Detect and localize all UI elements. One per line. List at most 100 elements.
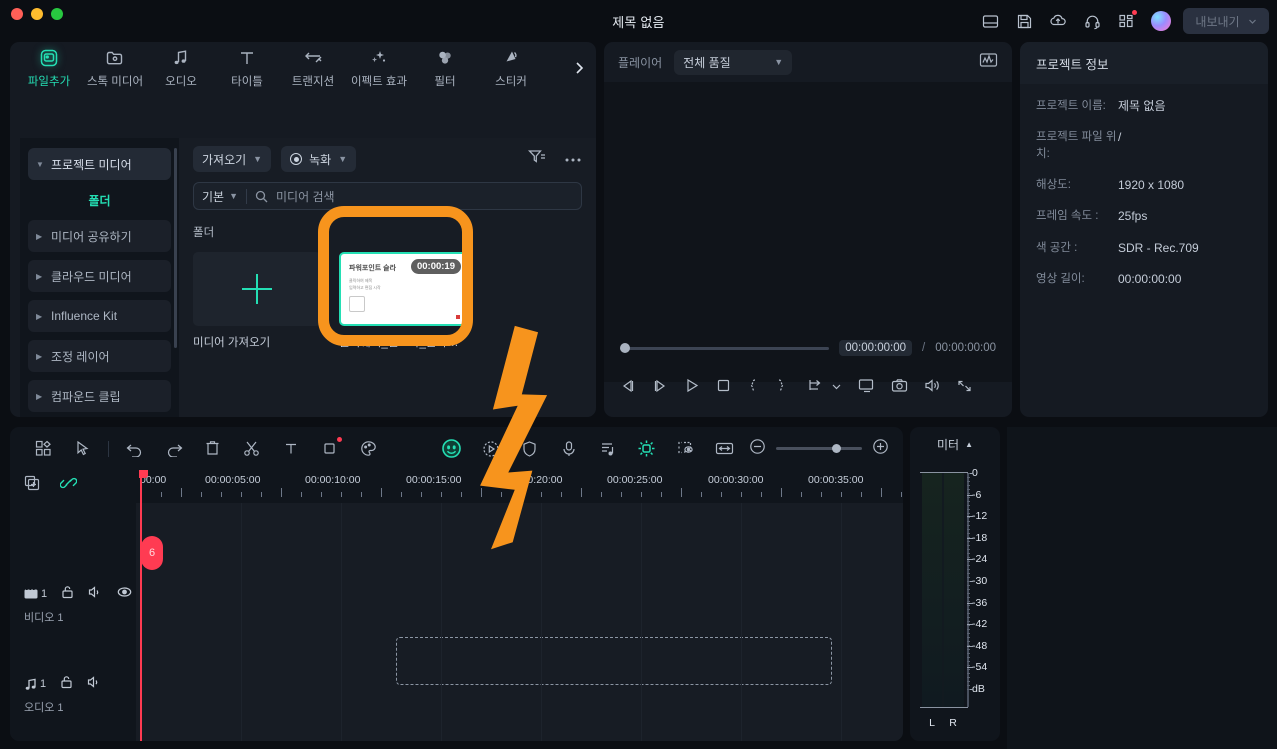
sidebar-item-compound-clip[interactable]: ▶ 컴파운드 클립 (28, 380, 171, 412)
ruler-label: 00:00:05:00 (205, 474, 261, 486)
export-button[interactable]: 내보내기 (1183, 8, 1269, 34)
marker-icon[interactable] (705, 434, 744, 464)
ruler-tick (901, 492, 902, 497)
sidebar-item-cloud-media[interactable]: ▶ 클라우드 미디어 (28, 260, 171, 292)
ruler-tick (401, 492, 402, 497)
fullscreen-icon[interactable] (957, 379, 972, 398)
import-media-thumb[interactable] (193, 252, 321, 326)
select-tool-icon[interactable] (63, 434, 102, 464)
headset-icon[interactable] (1077, 6, 1107, 36)
link-icon[interactable] (59, 475, 78, 496)
player-seek-row: 00:00:00:00 / 00:00:00:00 (604, 337, 1012, 359)
seek-knob[interactable] (620, 343, 630, 353)
crop-tool-icon[interactable] (310, 434, 349, 464)
zoom-in-icon[interactable] (872, 438, 889, 460)
media-item-thumb[interactable]: 파워포인트 슬라 클릭하여 제목 입력하고 편집 시작 00:00:19 (339, 252, 467, 326)
sidebar-item-adjustment-layer[interactable]: ▶ 조정 레이어 (28, 340, 171, 372)
more-tabs-chevron-icon[interactable] (568, 56, 590, 80)
silence-detect-icon[interactable] (666, 434, 705, 464)
search-input[interactable]: 미디어 검색 (276, 188, 573, 205)
sidebar-scrollbar[interactable] (174, 148, 177, 348)
info-row: 프로젝트 파일 위치: / (1036, 129, 1252, 162)
quality-select[interactable]: 전체 품질 ▼ (674, 49, 793, 75)
dropdown-chevron-icon[interactable] (831, 379, 842, 397)
meter-subtick (967, 585, 970, 586)
prev-frame-icon[interactable] (620, 379, 636, 398)
export-frame-icon[interactable] (807, 378, 823, 398)
redo-icon[interactable] (154, 434, 193, 464)
effects-sparkle-icon (369, 48, 389, 69)
tab-transition[interactable]: 트랜지션 (280, 44, 346, 92)
meter-subtick (967, 653, 970, 654)
meter-tick (967, 494, 973, 496)
import-media-card[interactable]: 미디어 가져오기 (193, 252, 321, 350)
tab-filter[interactable]: 필터 (412, 44, 478, 92)
lock-icon[interactable] (61, 585, 74, 602)
sidebar-item-share-media[interactable]: ▶ 미디어 공유하기 (28, 220, 171, 252)
ruler-tick (741, 492, 742, 497)
tab-effects[interactable]: 이펙트 효과 (346, 44, 412, 92)
keyframe-icon[interactable] (627, 434, 666, 464)
waveform-scope-icon[interactable] (979, 52, 998, 73)
color-palette-icon[interactable] (349, 434, 388, 464)
zoom-out-icon[interactable] (749, 438, 766, 460)
zoom-slider[interactable] (776, 444, 862, 453)
ruler-tick (321, 492, 322, 497)
apps-grid-icon[interactable] (1111, 6, 1141, 36)
import-button[interactable]: 가져오기 ▼ (193, 146, 272, 172)
grid-template-icon[interactable] (24, 434, 63, 464)
filter-sort-icon[interactable] (527, 148, 546, 170)
meter-subtick (967, 617, 970, 618)
mute-icon[interactable] (87, 675, 102, 692)
mute-icon[interactable] (88, 585, 103, 602)
cloud-upload-icon[interactable] (1043, 6, 1073, 36)
snapshot-icon[interactable] (891, 378, 908, 398)
meter-subtick (967, 493, 970, 494)
tab-stock-media[interactable]: 스톡 미디어 (82, 44, 148, 92)
sidebar-item-influence-kit[interactable]: ▶ Influence Kit (28, 300, 171, 332)
sidebar-item-project-media[interactable]: ▼ 프로젝트 미디어 (28, 148, 171, 180)
quality-label: 전체 품질 (683, 55, 731, 70)
seek-slider[interactable] (620, 343, 830, 353)
mark-out-icon[interactable] (775, 378, 787, 398)
playhead-handle[interactable]: 6 (141, 536, 163, 570)
user-avatar[interactable] (1151, 11, 1171, 31)
screen-icon[interactable] (858, 378, 875, 398)
undo-icon[interactable] (115, 434, 154, 464)
tab-title[interactable]: 타이틀 (214, 44, 280, 92)
eye-icon[interactable] (117, 586, 132, 601)
meter-subtick (967, 501, 970, 502)
split-scissors-icon[interactable] (232, 434, 271, 464)
layout-icon[interactable] (975, 6, 1005, 36)
zoom-knob[interactable] (832, 444, 841, 453)
view-mode-select[interactable]: 기본 ▼ (202, 188, 238, 205)
chevron-up-icon[interactable]: ▲ (965, 440, 973, 449)
audio-detach-icon[interactable] (588, 434, 627, 464)
mark-in-icon[interactable] (747, 378, 759, 398)
add-track-icon[interactable] (24, 475, 40, 496)
play-icon[interactable] (684, 378, 700, 398)
delete-icon[interactable] (193, 434, 232, 464)
timeline-dropzone[interactable] (396, 637, 832, 685)
meter-header[interactable]: 미터 ▲ (910, 427, 1000, 461)
tab-sticker[interactable]: 스티커 (478, 44, 544, 92)
record-label: 녹화 (309, 152, 332, 167)
stop-icon[interactable] (716, 378, 731, 398)
playhead[interactable] (139, 470, 148, 741)
next-frame-icon[interactable] (652, 379, 668, 398)
info-key: 색 공간 : (1036, 241, 1078, 254)
meter-label: -54 (972, 661, 988, 674)
lock-icon[interactable] (60, 675, 73, 692)
text-tool-icon[interactable] (271, 434, 310, 464)
more-options-icon[interactable] (564, 150, 582, 168)
meter-subtick (967, 633, 970, 634)
ruler-tick (161, 492, 162, 497)
volume-icon[interactable] (924, 378, 941, 398)
tab-audio[interactable]: 오디오 (148, 44, 214, 92)
save-icon[interactable] (1009, 6, 1039, 36)
tab-file-add[interactable]: 파일추가 (16, 44, 82, 92)
ruler-tick (861, 492, 862, 497)
sidebar-item-folder[interactable]: 폴더 (28, 188, 171, 212)
voice-icon[interactable] (549, 434, 588, 464)
record-button[interactable]: 녹화 ▼ (281, 146, 357, 172)
